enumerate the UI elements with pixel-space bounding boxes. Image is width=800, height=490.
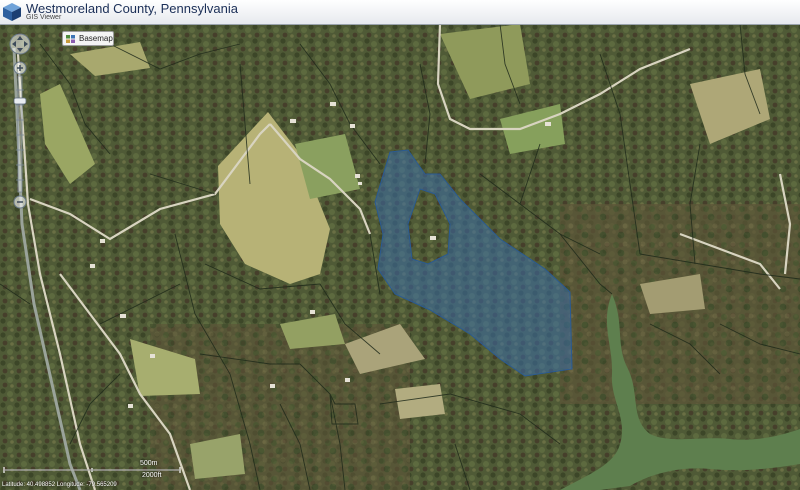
title-bar: Westmoreland County, Pennsylvania GIS Vi… [0, 0, 800, 25]
scale-imperial-label: 2000ft [142, 472, 162, 479]
zoom-slider-handle[interactable] [13, 97, 27, 105]
aerial-map[interactable] [0, 24, 800, 490]
coordinate-readout: Latitude: 40.498852 Longitude: -79.56520… [2, 482, 117, 488]
navigation-control [8, 30, 32, 220]
basemap-grid-icon [66, 35, 75, 43]
zoom-in-icon[interactable] [13, 61, 27, 75]
app-subtitle: GIS Viewer [26, 14, 62, 21]
zoom-slider-track[interactable] [17, 75, 23, 193]
pan-arrows-icon[interactable] [9, 33, 31, 55]
field [395, 384, 445, 419]
zoom-out-icon[interactable] [13, 195, 27, 209]
basemap-label: Basemap [79, 34, 113, 43]
scale-metric-label: 500m [140, 460, 158, 467]
cube-logo-icon [3, 3, 21, 21]
basemap-button[interactable]: Basemap [62, 31, 114, 46]
scale-bar: 500m 2000ft [2, 460, 182, 482]
